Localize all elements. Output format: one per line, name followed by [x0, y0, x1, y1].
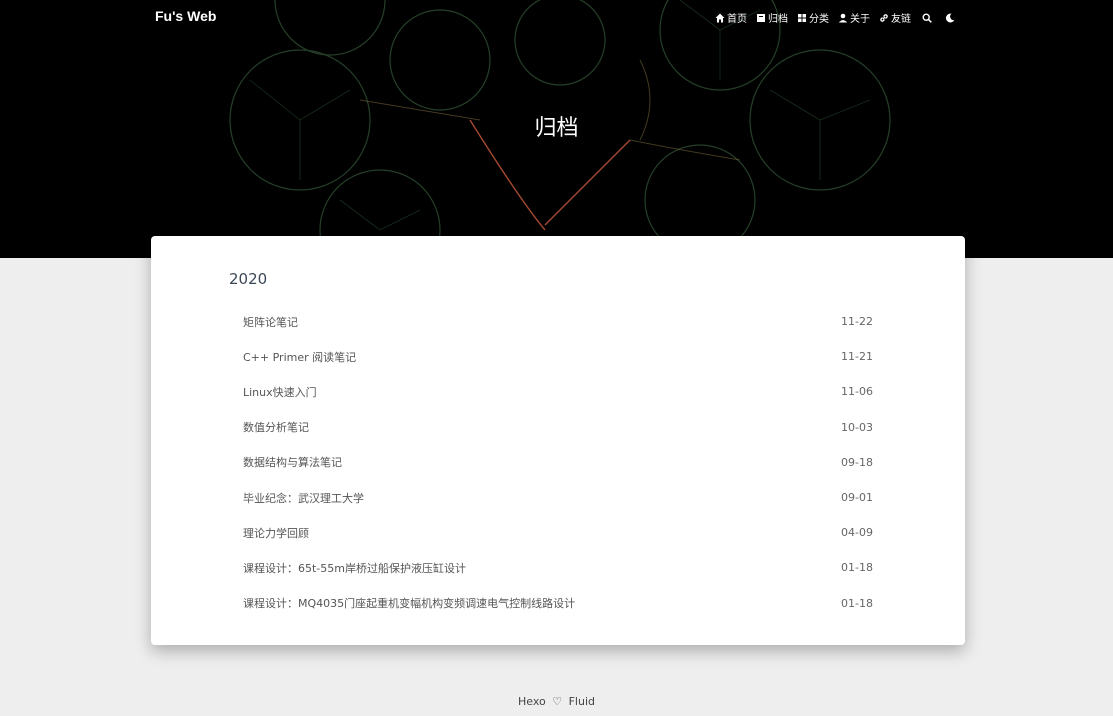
post-title[interactable]: 课程设计：65t-55m岸桥过船保护液压缸设计 [243, 560, 466, 576]
post-date: 11-21 [841, 350, 873, 364]
banner: Fu's Web 首页 归档 分类 关于 友链 归档 [0, 0, 1113, 258]
post-title[interactable]: 理论力学回顾 [243, 525, 309, 541]
post-item[interactable]: 课程设计：65t-55m岸桥过船保护液压缸设计 01-18 [243, 550, 873, 585]
post-date: 11-22 [841, 315, 873, 329]
footer: Hexo ♡ Fluid [0, 695, 1113, 708]
post-title[interactable]: Linux快速入门 [243, 384, 317, 400]
nav-item-home[interactable]: 首页 [715, 10, 747, 25]
search-icon [922, 12, 932, 23]
category-icon [798, 13, 806, 22]
footer-hexo-link[interactable]: Hexo [518, 695, 546, 708]
post-item[interactable]: 矩阵论笔记 11-22 [243, 304, 873, 339]
post-item[interactable]: Linux快速入门 11-06 [243, 374, 873, 409]
navbar: Fu's Web 首页 归档 分类 关于 友链 [0, 0, 1113, 34]
nav-label-about: 关于 [850, 14, 870, 25]
post-title[interactable]: 数据结构与算法笔记 [243, 454, 342, 470]
link-icon [880, 13, 888, 22]
post-item[interactable]: 课程设计：MQ4035门座起重机变幅机构变频调速电气控制线路设计 01-18 [243, 586, 873, 621]
post-title[interactable]: C++ Primer 阅读笔记 [243, 349, 356, 365]
nav-label-home: 首页 [727, 14, 747, 25]
theme-toggle-button[interactable] [943, 11, 957, 25]
post-date: 04-09 [841, 526, 873, 540]
footer-fluid-link[interactable]: Fluid [569, 695, 595, 708]
post-title[interactable]: 矩阵论笔记 [243, 314, 298, 330]
post-item[interactable]: 数值分析笔记 10-03 [243, 410, 873, 445]
post-item[interactable]: 理论力学回顾 04-09 [243, 515, 873, 550]
post-item[interactable]: C++ Primer 阅读笔记 11-21 [243, 339, 873, 374]
post-date: 01-18 [841, 596, 873, 610]
nav-label-category: 分类 [809, 14, 829, 25]
post-date: 09-01 [841, 491, 873, 505]
nav-label-archive: 归档 [768, 14, 788, 25]
post-title[interactable]: 毕业纪念：武汉理工大学 [243, 490, 364, 506]
nav-item-links[interactable]: 友链 [879, 10, 911, 25]
user-icon [838, 13, 848, 22]
post-title[interactable]: 课程设计：MQ4035门座起重机变幅机构变频调速电气控制线路设计 [243, 595, 575, 611]
post-date: 11-06 [841, 385, 873, 399]
site-brand[interactable]: Fu's Web [155, 8, 216, 24]
moon-icon [945, 13, 955, 22]
home-icon [715, 13, 725, 22]
post-date: 10-03 [841, 420, 873, 434]
post-date: 01-18 [841, 561, 873, 575]
search-button[interactable] [920, 11, 934, 25]
archive-year: 2020 [229, 270, 268, 288]
post-list: 矩阵论笔记 11-22 C++ Primer 阅读笔记 11-21 Linux快… [243, 304, 873, 621]
post-date: 09-18 [841, 455, 873, 469]
page-title: 归档 [534, 116, 579, 141]
heart-icon: ♡ [552, 695, 563, 708]
nav-item-about[interactable]: 关于 [838, 10, 870, 25]
nav-label-links: 友链 [891, 14, 911, 25]
archive-card: 2020 矩阵论笔记 11-22 C++ Primer 阅读笔记 11-21 L… [151, 236, 965, 645]
post-title[interactable]: 数值分析笔记 [243, 419, 309, 435]
nav-item-archive[interactable]: 归档 [756, 10, 788, 25]
post-item[interactable]: 数据结构与算法笔记 09-18 [243, 445, 873, 480]
nav-menu: 首页 归档 分类 关于 友链 [715, 10, 957, 25]
archive-icon [757, 13, 765, 22]
nav-item-category[interactable]: 分类 [797, 10, 829, 25]
post-item[interactable]: 毕业纪念：武汉理工大学 09-01 [243, 480, 873, 515]
